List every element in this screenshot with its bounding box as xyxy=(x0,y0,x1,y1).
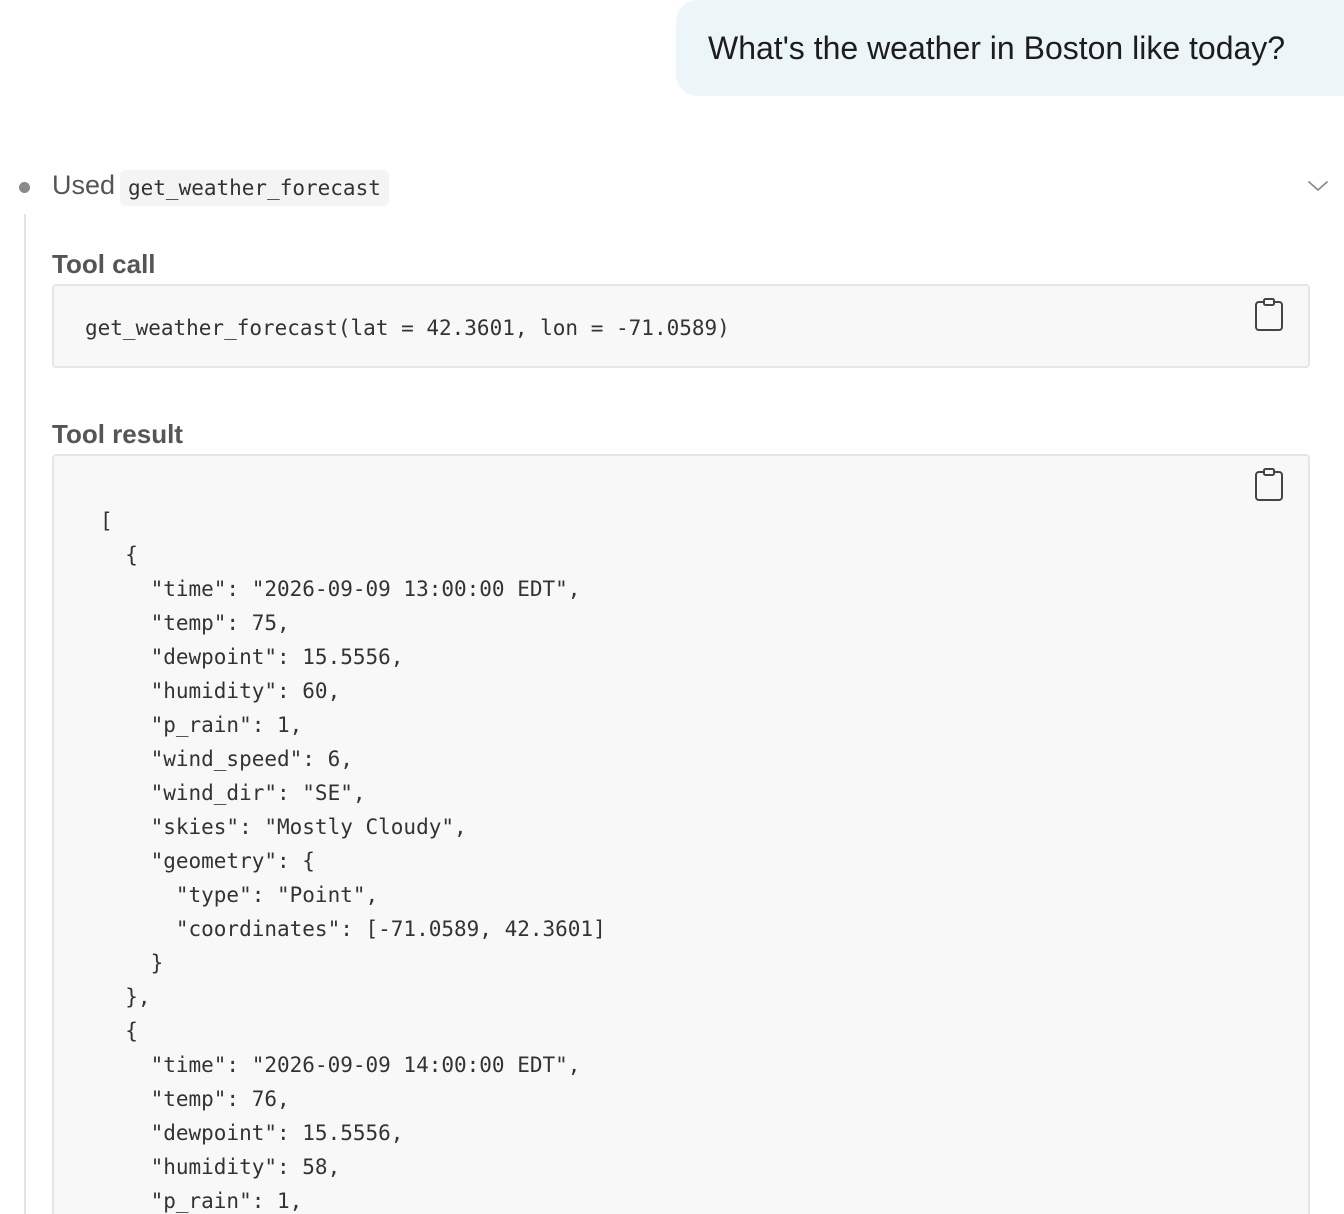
json-line: "wind_dir": "SE", xyxy=(100,781,366,805)
json-line: "temp": 75, xyxy=(100,611,290,635)
used-label: Used xyxy=(52,170,116,200)
tool-result-heading: Tool result xyxy=(52,419,183,449)
clipboard-icon[interactable] xyxy=(1254,468,1284,502)
tool-name-chip: get_weather_forecast xyxy=(120,170,389,206)
json-line: } xyxy=(100,951,164,975)
bullet-icon xyxy=(19,182,30,193)
json-line: "time": "2026-09-09 14:00:00 EDT", xyxy=(100,1053,581,1077)
json-line: { xyxy=(100,543,138,567)
tool-call-heading: Tool call xyxy=(52,249,156,279)
json-line: "p_rain": 1, xyxy=(100,713,303,737)
json-line: "p_rain": 1, xyxy=(100,1189,303,1213)
json-line: }, xyxy=(100,985,151,1009)
tool-result-json: [ { "time": "2026-09-09 13:00:00 EDT", "… xyxy=(100,504,606,1214)
json-line: "dewpoint": 15.5556, xyxy=(100,645,404,669)
json-line: "dewpoint": 15.5556, xyxy=(100,1121,404,1145)
tool-call-code: get_weather_forecast(lat = 42.3601, lon … xyxy=(85,316,730,340)
json-line: [ xyxy=(100,509,113,533)
json-line: "geometry": { xyxy=(100,849,315,873)
chat-page: What's the weather in Boston like today?… xyxy=(0,0,1344,1214)
clipboard-icon[interactable] xyxy=(1254,298,1284,332)
json-line: "temp": 76, xyxy=(100,1087,290,1111)
json-line: "skies": "Mostly Cloudy", xyxy=(100,815,467,839)
json-line: { xyxy=(100,1019,138,1043)
tool-result-code-box: [ { "time": "2026-09-09 13:00:00 EDT", "… xyxy=(52,454,1310,1214)
json-line: "time": "2026-09-09 13:00:00 EDT", xyxy=(100,577,581,601)
json-line: "wind_speed": 6, xyxy=(100,747,353,771)
json-line: "humidity": 60, xyxy=(100,679,341,703)
json-line: "coordinates": [-71.0589, 42.3601] xyxy=(100,917,606,941)
chevron-down-icon[interactable] xyxy=(1306,174,1330,198)
tool-details-panel: Tool call get_weather_forecast(lat = 42.… xyxy=(24,214,1344,1214)
json-line: "type": "Point", xyxy=(100,883,379,907)
tool-call-code-box: get_weather_forecast(lat = 42.3601, lon … xyxy=(52,284,1310,368)
tool-usage-summary[interactable]: Used get_weather_forecast xyxy=(0,168,1344,208)
json-line: "humidity": 58, xyxy=(100,1155,341,1179)
user-message-text: What's the weather in Boston like today? xyxy=(708,29,1286,66)
user-message-bubble: What's the weather in Boston like today? xyxy=(676,0,1344,96)
